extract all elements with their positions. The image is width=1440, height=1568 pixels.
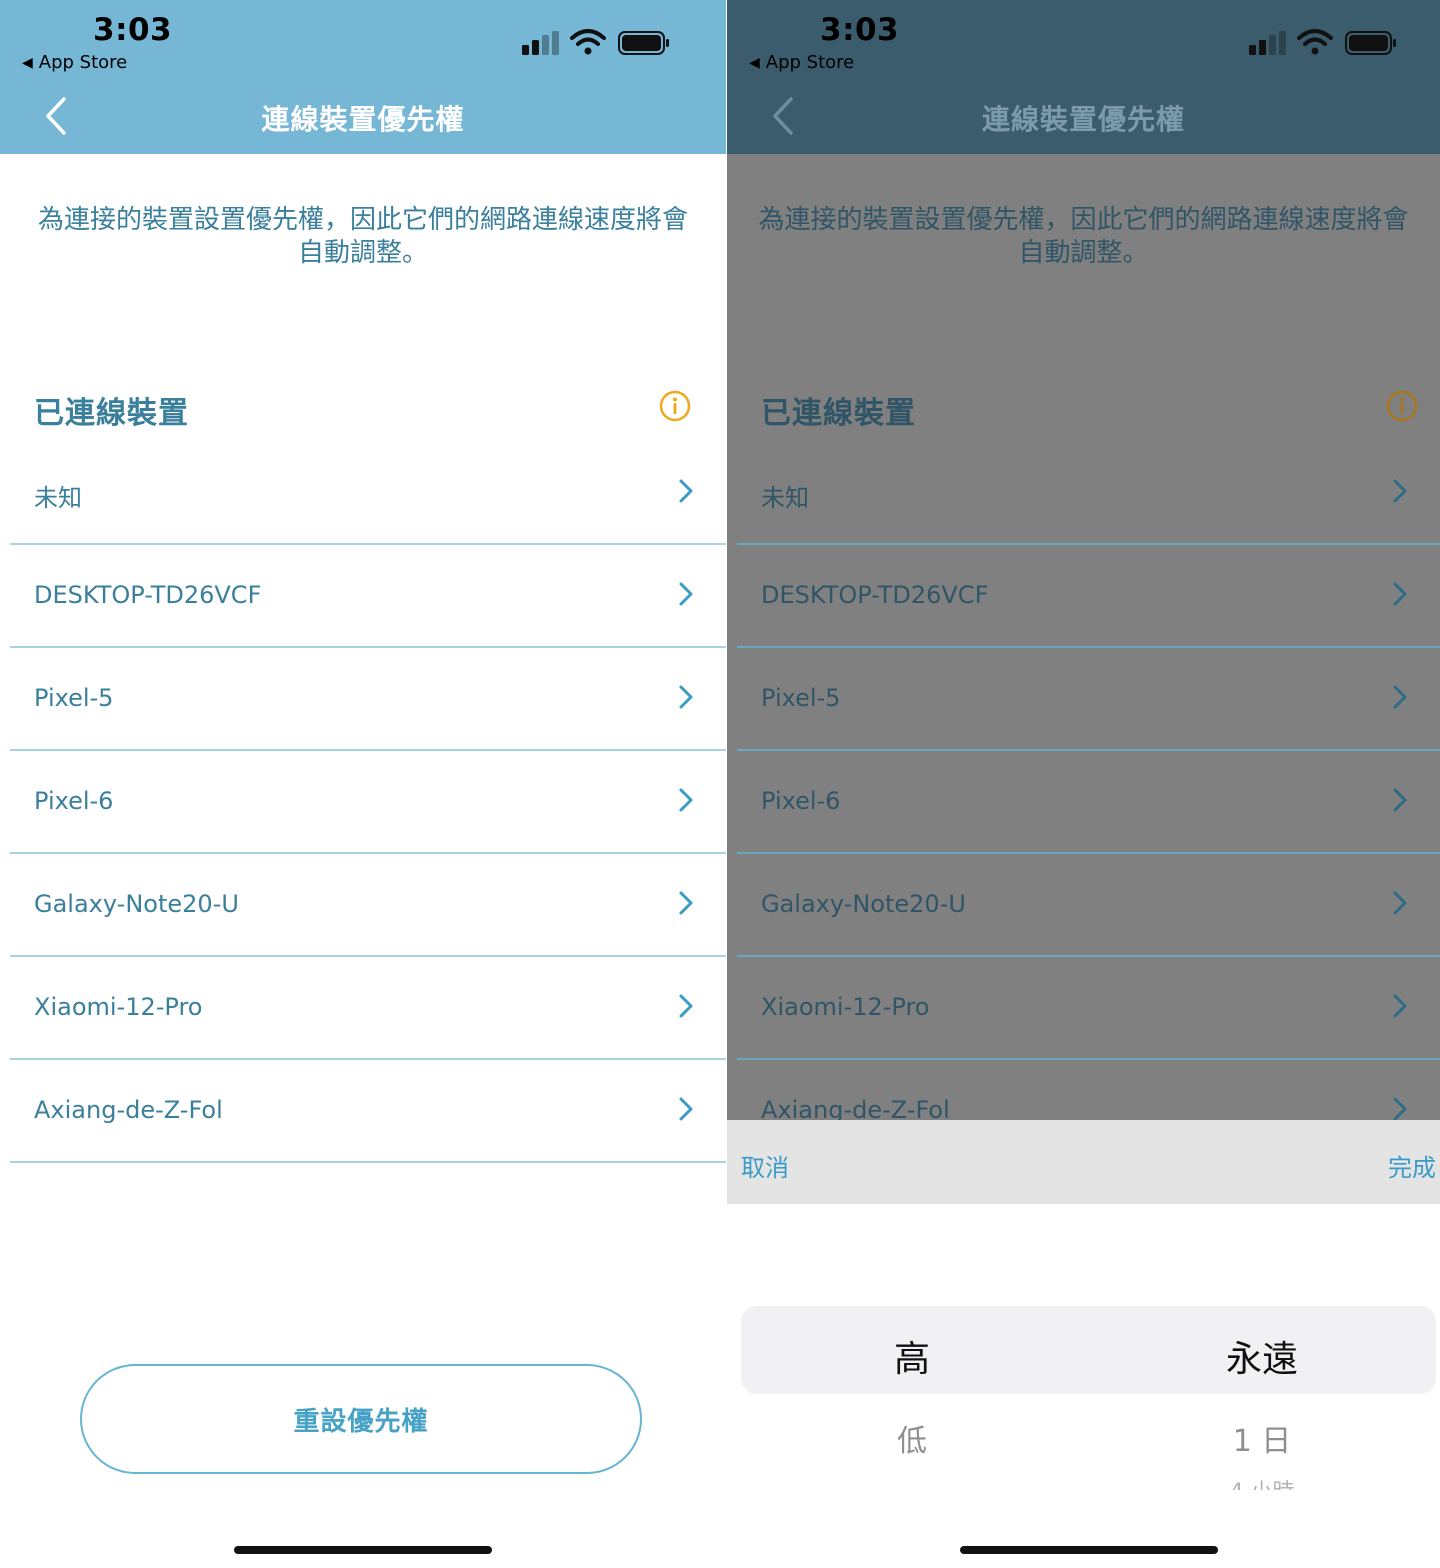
priority-description: 為連接的裝置設置優先權，因此它們的網路連線速度將會自動調整。 [758,205,1409,268]
back-triangle-icon: ◀ [22,54,33,71]
home-indicator[interactable] [234,1546,492,1554]
device-name: Pixel-5 [761,684,841,712]
chevron-right-icon [679,1097,693,1121]
device-name: Xiaomi-12-Pro [34,993,203,1021]
chevron-right-icon [1393,479,1407,503]
back-triangle-icon: ◀ [749,54,760,71]
picker-toolbar: 取消 完成 [727,1120,1440,1204]
nav-bar: 3:03 ◀ App Store 連線裝置優先權 [0,0,726,154]
picker-done-button[interactable]: 完成 [1388,1148,1436,1183]
wifi-icon [570,29,606,55]
device-list-item[interactable]: Xiaomi-12-Pro [10,957,726,1060]
device-list-item[interactable]: Pixel-6 [737,751,1440,854]
device-list-item[interactable]: 未知 [10,442,726,545]
chevron-right-icon [1393,685,1407,709]
page-title: 連線裝置優先權 [261,103,465,136]
signal-icon [1249,31,1286,55]
priority-selected-option[interactable]: 高 [762,1330,1062,1382]
chevron-right-icon [679,582,693,606]
device-list-item[interactable]: Galaxy-Note20-U [737,854,1440,957]
device-list-item[interactable]: Pixel-5 [737,648,1440,751]
chevron-right-icon [1393,994,1407,1018]
device-list-item[interactable]: Xiaomi-12-Pro [737,957,1440,1060]
device-name: DESKTOP-TD26VCF [761,581,989,609]
device-list: 未知 DESKTOP-TD26VCF Pixel-5 Pixel-6 Galax… [10,442,726,1163]
device-list-item[interactable]: Pixel-5 [10,648,726,751]
device-name: Galaxy-Note20-U [761,890,966,918]
priority-picker[interactable]: 高 低 永遠 1 日 4 小時 [727,1204,1440,1568]
chevron-right-icon [1393,1097,1407,1121]
back-to-app-store[interactable]: ◀ App Store [22,52,127,73]
chevron-right-icon [679,994,693,1018]
device-list-item[interactable]: Galaxy-Note20-U [10,854,726,957]
chevron-right-icon [679,891,693,915]
device-list-item[interactable]: Pixel-6 [10,751,726,854]
wifi-icon [1297,29,1333,55]
device-name: Pixel-6 [34,787,114,815]
chevron-right-icon [679,788,693,812]
device-list-item[interactable]: 未知 [737,442,1440,545]
status-bar: 3:03 ◀ App Store [0,0,726,80]
page-title: 連線裝置優先權 [981,103,1185,136]
back-app-label: App Store [38,52,128,73]
chevron-right-icon [1393,582,1407,606]
signal-icon [522,31,559,55]
device-name: DESKTOP-TD26VCF [34,581,262,609]
device-priority-screen: 3:03 ◀ App Store 連線裝置優先權 為連接的裝置設置優先權，因此它… [0,0,726,1568]
device-name: Pixel-5 [34,684,114,712]
device-list: 未知 DESKTOP-TD26VCF Pixel-5 Pixel-6 Galax… [737,442,1440,1163]
info-icon[interactable] [1386,390,1418,422]
reset-priority-button[interactable]: 重設優先權 [80,1364,642,1474]
device-name: Xiaomi-12-Pro [761,993,930,1021]
back-to-app-store[interactable]: ◀ App Store [749,52,854,73]
device-name: Galaxy-Note20-U [34,890,239,918]
device-priority-picker-screen: 3:03 ◀ App Store 連線裝置優先權 為連接的裝置設置優先權，因此它… [727,0,1440,1568]
device-list-item[interactable]: DESKTOP-TD26VCF [10,545,726,648]
device-list-item[interactable]: DESKTOP-TD26VCF [737,545,1440,648]
back-app-label: App Store [765,52,855,73]
chevron-right-icon [1393,891,1407,915]
status-time: 3:03 [820,12,900,48]
connected-devices-heading: 已連線裝置 [761,396,916,431]
device-list-item[interactable]: Axiang-de-Z-Fol [10,1060,726,1163]
status-bar: 3:03 ◀ App Store [727,0,1440,80]
nav-bar: 3:03 ◀ App Store 連線裝置優先權 [727,0,1440,154]
chevron-right-icon [679,479,693,503]
picker-cancel-button[interactable]: 取消 [741,1148,789,1183]
home-indicator[interactable] [960,1546,1218,1554]
device-name: 未知 [34,484,82,512]
device-name: Pixel-6 [761,787,841,815]
priority-option[interactable]: 低 [762,1416,1062,1460]
info-icon[interactable] [659,390,691,422]
priority-description: 為連接的裝置設置優先權，因此它們的網路連線速度將會自動調整。 [37,205,688,268]
connected-devices-heading: 已連線裝置 [34,396,189,431]
chevron-right-icon [1393,788,1407,812]
duration-option-faded[interactable]: 4 小時 [1112,1474,1412,1490]
chevron-right-icon [679,685,693,709]
device-name: 未知 [761,484,809,512]
device-name: Axiang-de-Z-Fol [34,1096,223,1124]
battery-icon [1345,31,1396,55]
duration-selected-option[interactable]: 永遠 [1112,1330,1412,1382]
duration-option[interactable]: 1 日 [1112,1416,1412,1460]
status-time: 3:03 [93,12,173,48]
battery-icon [618,31,669,55]
